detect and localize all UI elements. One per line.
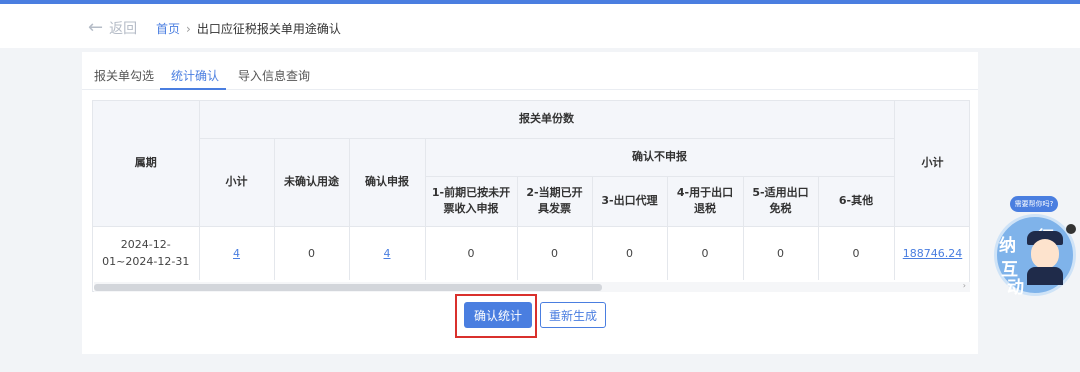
scroll-right-icon[interactable]: › [963,281,966,290]
cell-subtotal-link[interactable]: 4 [233,247,240,260]
regenerate-button[interactable]: 重新生成 [540,302,606,328]
cell-unconfirmed: 0 [274,226,350,280]
widget-char-2: 纳 [999,236,1016,256]
stats-table-container: 属期 报关单份数 小计 小计 未确认用途 确认申报 确认不申报 1-前期已按未开… [92,100,970,292]
cell-period: 2024-12-01~2024-12-31 [93,226,200,280]
header-period: 属期 [93,101,200,227]
chevron-right-icon: › [186,21,191,36]
highlight-box [455,294,537,338]
cell-amount-subtotal-link[interactable]: 188746.24 [903,247,963,260]
active-tab-indicator [160,88,226,90]
stats-table: 属期 报关单份数 小计 小计 未确认用途 确认申报 确认不申报 1-前期已按未开… [93,101,969,280]
cell-no-declare-4: 0 [667,226,744,280]
header-no-declare-1: 1-前期已按未开票收入申报 [425,176,518,227]
table-row: 2024-12-01~2024-12-31 4 0 4 0 0 0 0 0 0 … [93,226,969,280]
tab-stats-confirm[interactable]: 统计确认 [171,67,219,84]
breadcrumb-current: 出口应征税报关单用途确认 [196,22,341,36]
header-subtotal: 小计 [199,138,275,227]
tab-bar: 报关单勾选 统计确认 导入信息查询 [82,52,978,90]
breadcrumb-home-link[interactable]: 首页 [156,20,180,37]
cell-no-declare-3: 0 [592,226,668,280]
header-unconfirmed: 未确认用途 [274,138,350,227]
header-no-declare-2: 2-当期已开具发票 [517,176,593,227]
header-no-declare-3: 3-出口代理 [592,176,668,227]
back-label: 返回 [109,21,138,37]
cell-no-declare-6: 0 [818,226,895,280]
arrow-left-icon: ← [88,17,104,38]
cell-no-declare-5: 0 [743,226,819,280]
back-button[interactable]: ← 返回 [88,18,137,38]
cell-confirmed-declare-link[interactable]: 4 [384,247,391,260]
header-no-declare-5: 5-适用出口免税 [743,176,819,227]
assistant-widget[interactable]: 征 纳 互 动 需要帮你吗? [990,190,1080,300]
cell-no-declare-2: 0 [517,226,593,280]
widget-handle-icon[interactable] [1066,224,1076,234]
scrollbar-thumb[interactable] [94,284,602,291]
cell-no-declare-1: 0 [425,226,518,280]
mascot-suit-icon [1027,267,1063,285]
horizontal-scrollbar[interactable]: ‹ › [94,281,970,292]
assistant-avatar[interactable]: 征 纳 互 动 [994,214,1076,298]
widget-char-4: 动 [1007,278,1024,298]
tab-import-query[interactable]: 导入信息查询 [238,67,310,84]
header-no-declare: 确认不申报 [425,138,895,177]
tab-declaration-select[interactable]: 报关单勾选 [94,67,154,84]
page-header: ← 返回 首页 › 出口应征税报关单用途确认 [0,4,1080,48]
header-no-declare-6: 6-其他 [818,176,895,227]
breadcrumb: 首页 › 出口应征税报关单用途确认 [156,20,341,37]
header-no-declare-4: 4-用于出口退税 [667,176,744,227]
header-confirmed-declare: 确认申报 [349,138,426,227]
mascot-face-icon [1031,239,1059,269]
header-amount-subtotal: 小计 [894,101,969,227]
assistant-bubble[interactable]: 需要帮你吗? [1010,196,1058,212]
header-declaration-count: 报关单份数 [199,101,895,139]
